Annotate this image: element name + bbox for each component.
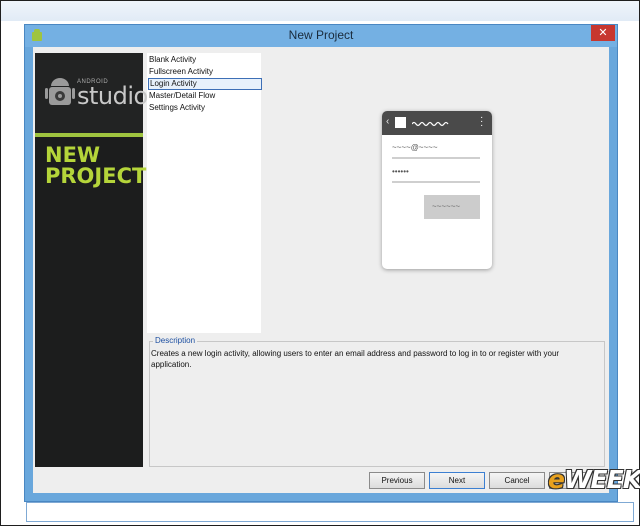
top-blurred-strip (1, 1, 639, 21)
title-bar[interactable]: New Project ✕ (25, 25, 617, 47)
list-item-settings-activity[interactable]: Settings Activity (149, 102, 205, 113)
list-item-fullscreen-activity[interactable]: Fullscreen Activity (149, 66, 213, 77)
phone-mockup: ‹ · · · ~~~~@~~~~ •••••• ~~~~~~ (382, 111, 492, 269)
app-logo-icon (395, 117, 406, 128)
sidebar-heading: NEW PROJECT (45, 145, 146, 187)
sign-in-button-preview: ~~~~~~ (424, 195, 480, 219)
bottom-bar (26, 502, 634, 522)
previous-button[interactable]: Previous (369, 472, 425, 489)
list-item-login-activity[interactable]: Login Activity (148, 78, 262, 90)
next-button[interactable]: Next (429, 472, 485, 489)
new-project-window: New Project ✕ ANDROID studio NEW PROJECT (24, 24, 618, 502)
back-chevron-icon: ‹ (386, 116, 390, 127)
android-studio-logo: ANDROID studio (35, 53, 148, 133)
heading-line-1: NEW (45, 143, 101, 167)
eweek-watermark: eWEEK (548, 465, 640, 494)
close-button[interactable]: ✕ (591, 25, 615, 41)
accent-stripe (35, 133, 143, 137)
description-text: Creates a new login activity, allowing u… (151, 349, 560, 369)
template-preview: ‹ · · · ~~~~@~~~~ •••••• ~~~~~~ (264, 53, 604, 337)
window-title: New Project (288, 28, 354, 42)
heading-line-2: PROJECT (45, 164, 147, 188)
title-squiggle-icon (412, 121, 449, 127)
password-field-preview: •••••• (392, 167, 480, 183)
phone-action-bar: ‹ · · · (382, 111, 492, 135)
cancel-button[interactable]: Cancel (489, 472, 545, 489)
wizard-sidebar: ANDROID studio NEW PROJECT (35, 53, 148, 467)
android-robot-icon (45, 78, 75, 105)
description-legend: Description (153, 336, 198, 345)
list-item-master-detail-flow[interactable]: Master/Detail Flow (149, 90, 215, 101)
wizard-content: ANDROID studio NEW PROJECT Blank Activit… (33, 47, 609, 493)
overflow-menu-icon: · · · (480, 112, 484, 131)
email-field-preview: ~~~~@~~~~ (392, 143, 480, 159)
button-squiggle: ~~~~~~ (432, 202, 461, 211)
list-item-blank-activity[interactable]: Blank Activity (149, 54, 196, 65)
activity-template-list[interactable]: Blank Activity Fullscreen Activity Login… (147, 53, 262, 333)
brand-studio-word: studio (77, 82, 148, 110)
